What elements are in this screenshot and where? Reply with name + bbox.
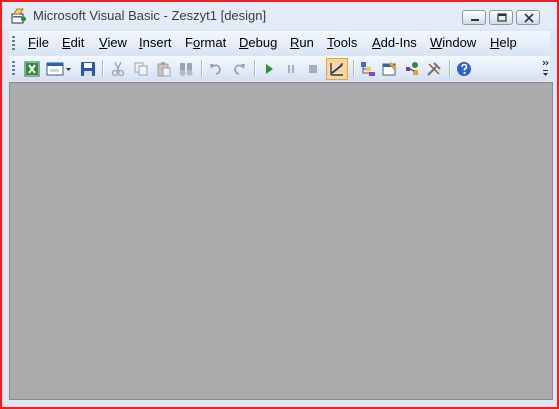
menu-edit[interactable]: Edit <box>62 35 84 50</box>
menu-format[interactable]: Format <box>185 35 226 50</box>
paste-button[interactable] <box>154 59 174 79</box>
toolbar-grip[interactable] <box>12 61 15 75</box>
standard-toolbar <box>9 56 550 81</box>
copy-button[interactable] <box>131 59 151 79</box>
maximize-button[interactable] <box>489 10 513 25</box>
toolbar-separator <box>353 60 355 77</box>
properties-window-button[interactable] <box>380 59 400 79</box>
vba-app-icon[interactable] <box>11 8 27 24</box>
project-explorer-button[interactable] <box>358 59 378 79</box>
toolbox-button[interactable] <box>424 59 444 79</box>
design-mode-button[interactable] <box>326 58 348 80</box>
undo-button[interactable] <box>206 59 226 79</box>
insert-userform-button[interactable] <box>45 59 73 79</box>
toolbox-icon <box>427 62 441 76</box>
vba-editor-window: Microsoft Visual Basic - Zeszyt1 [design… <box>0 0 559 409</box>
menu-window[interactable]: Window <box>430 35 476 50</box>
toolbar-separator <box>254 60 256 77</box>
save-button[interactable] <box>78 59 98 79</box>
window-title: Microsoft Visual Basic - Zeszyt1 [design… <box>33 8 267 23</box>
find-button[interactable] <box>176 59 196 79</box>
object-browser-button[interactable] <box>402 59 422 79</box>
menu-tools[interactable]: Tools <box>327 35 357 50</box>
view-excel-button[interactable] <box>22 59 42 79</box>
toolbar-separator <box>201 60 203 77</box>
close-icon <box>524 13 534 23</box>
insert-userform-icon <box>46 62 71 76</box>
maximize-icon <box>497 13 507 22</box>
close-button[interactable] <box>516 10 540 25</box>
help-button[interactable] <box>454 59 474 79</box>
menubar-grip[interactable] <box>12 36 15 50</box>
minimize-button[interactable] <box>462 10 486 25</box>
menu-view[interactable]: View <box>99 35 127 50</box>
chevron-down-icon <box>542 60 549 76</box>
mdi-workspace[interactable] <box>9 82 553 400</box>
find-icon <box>179 63 193 76</box>
run-icon <box>266 64 273 74</box>
run-button[interactable] <box>259 59 279 79</box>
design-mode-icon <box>330 63 343 76</box>
view-excel-icon <box>24 61 40 77</box>
title-bar[interactable]: Microsoft Visual Basic - Zeszyt1 [design… <box>2 2 557 29</box>
properties-window-icon <box>382 62 397 76</box>
menu-add-ins[interactable]: Add-Ins <box>372 35 417 50</box>
menu-help[interactable]: Help <box>490 35 517 50</box>
cut-button[interactable] <box>108 59 128 79</box>
redo-button[interactable] <box>229 59 249 79</box>
menu-run[interactable]: Run <box>290 35 314 50</box>
menu-debug[interactable]: Debug <box>239 35 277 50</box>
toolbar-separator <box>449 60 451 77</box>
menu-file[interactable]: File <box>28 35 49 50</box>
minimize-icon <box>471 19 479 21</box>
toolbar-overflow-button[interactable] <box>541 58 550 79</box>
cut-icon <box>111 61 125 77</box>
project-explorer-icon <box>361 62 375 76</box>
copy-icon <box>134 62 148 76</box>
reset-button[interactable] <box>303 59 323 79</box>
reset-icon <box>309 65 317 73</box>
menu-bar: File Edit View Insert Format Debug Run T… <box>9 31 550 55</box>
redo-icon <box>234 64 245 75</box>
menu-insert[interactable]: Insert <box>139 35 172 50</box>
paste-icon <box>157 62 171 77</box>
save-icon <box>81 62 95 76</box>
object-browser-icon <box>406 62 418 75</box>
break-button[interactable] <box>281 59 301 79</box>
break-icon <box>288 65 294 73</box>
help-icon <box>457 62 471 76</box>
undo-icon <box>210 64 221 75</box>
toolbar-separator <box>102 60 104 77</box>
